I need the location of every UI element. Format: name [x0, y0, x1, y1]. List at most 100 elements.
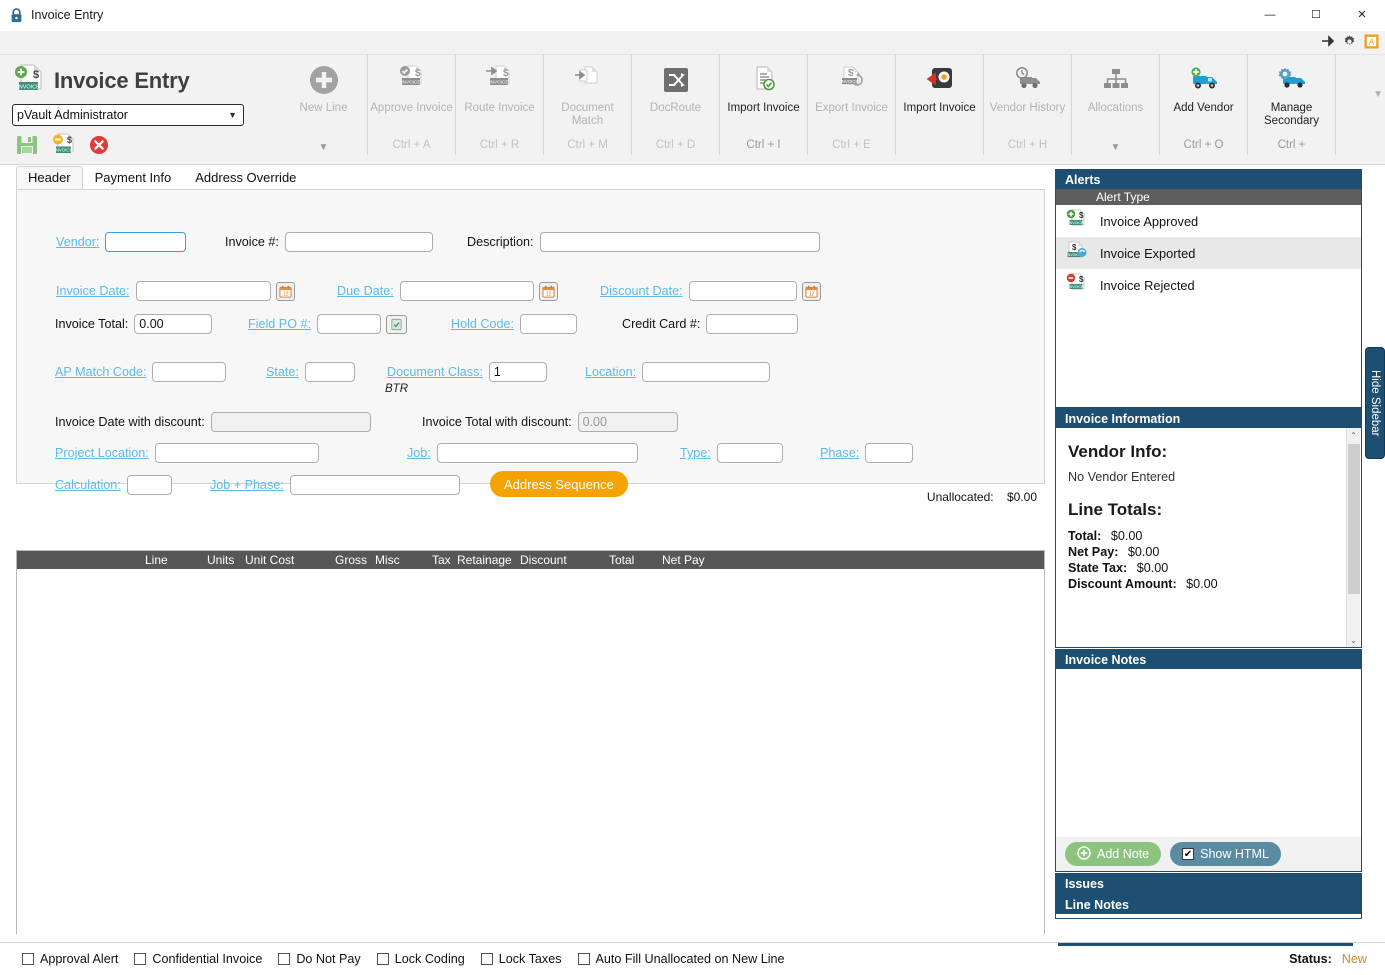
- minimize-button[interactable]: —: [1247, 0, 1293, 31]
- close-button[interactable]: ✕: [1339, 0, 1385, 31]
- job-label[interactable]: Job:: [407, 446, 431, 460]
- pin-icon[interactable]: [1321, 35, 1335, 50]
- hold-code-input[interactable]: [520, 314, 578, 334]
- checkbox-lock-taxes[interactable]: Lock Taxes: [480, 952, 562, 966]
- lock-coding-box[interactable]: [376, 953, 389, 965]
- tab-address-override[interactable]: Address Override: [183, 166, 308, 189]
- ribbon-import-invoice-alt[interactable]: Import Invoice: [896, 55, 984, 155]
- description-input[interactable]: [539, 232, 820, 252]
- checkbox-do-not-pay[interactable]: Do Not Pay: [278, 952, 361, 966]
- ribbon-export-invoice[interactable]: $ INVOICE Export Invoice Ctrl + E: [808, 55, 896, 155]
- due-date-input[interactable]: [399, 281, 534, 301]
- discount-date-input[interactable]: [688, 281, 797, 301]
- gear-icon[interactable]: [1342, 34, 1357, 52]
- approval-alert-box[interactable]: [22, 953, 34, 965]
- grid-col-gross[interactable]: Gross: [335, 553, 367, 567]
- project-location-label[interactable]: Project Location:: [55, 446, 149, 460]
- discount-date-label[interactable]: Discount Date:: [600, 284, 683, 298]
- alert-row-invoice-rejected[interactable]: $ INVOICE Invoice Rejected: [1056, 269, 1361, 301]
- invoice-total-input[interactable]: [134, 314, 213, 334]
- type-input[interactable]: [716, 443, 783, 463]
- invoice-date-label[interactable]: Invoice Date:: [56, 284, 130, 298]
- scroll-up-icon[interactable]: ⌃: [1347, 428, 1360, 442]
- ap-match-code-label[interactable]: AP Match Code:: [55, 365, 146, 379]
- grid-col-unit-cost[interactable]: Unit Cost: [245, 553, 294, 567]
- field-po-label[interactable]: Field PO #:: [248, 317, 311, 331]
- ribbon-new-line[interactable]: New Line ▼: [280, 55, 368, 155]
- auto-fill-unallocated-box[interactable]: [577, 953, 590, 965]
- checkbox-lock-coding[interactable]: Lock Coding: [376, 952, 465, 966]
- do-not-pay-box[interactable]: [278, 953, 291, 965]
- show-html-checkbox[interactable]: ✔: [1182, 848, 1195, 860]
- grid-body[interactable]: [17, 569, 1044, 951]
- ribbon-new-line-arrow[interactable]: ▼: [319, 142, 329, 153]
- vendor-label[interactable]: Vendor:: [56, 235, 99, 249]
- line-notes-panel[interactable]: Line Notes: [1055, 894, 1362, 919]
- credit-card-input[interactable]: [706, 314, 799, 334]
- ribbon-document-match[interactable]: Document Match Ctrl + M: [544, 55, 632, 155]
- ribbon-vendor-history[interactable]: Vendor History Ctrl + H: [984, 55, 1072, 155]
- document-class-label[interactable]: Document Class:: [387, 365, 483, 379]
- app-icon[interactable]: A: [1364, 33, 1379, 52]
- invoice-date-discount-input[interactable]: [210, 412, 371, 432]
- save-icon[interactable]: [16, 134, 38, 159]
- user-select[interactable]: pVault Administrator ▼: [12, 104, 244, 126]
- add-note-button[interactable]: Add Note: [1065, 842, 1162, 866]
- invoice-date-calendar-icon[interactable]: 12: [275, 281, 295, 301]
- invoice-information-scrollbar[interactable]: ⌃ ⌄: [1346, 428, 1360, 647]
- alert-row-invoice-exported[interactable]: $ INVOICE Invoice Exported: [1056, 237, 1361, 269]
- ribbon-allocations[interactable]: Allocations ▼: [1072, 55, 1160, 155]
- grid-col-tax[interactable]: Tax: [432, 553, 451, 567]
- invoice-notes-content[interactable]: [1056, 669, 1361, 837]
- grid-col-line[interactable]: Line: [145, 553, 168, 567]
- ribbon-scroll-arrow[interactable]: ▼: [1373, 89, 1383, 100]
- ribbon-docroute[interactable]: DocRoute Ctrl + D: [632, 55, 720, 155]
- confidential-invoice-box[interactable]: [134, 953, 147, 965]
- hold-code-label[interactable]: Hold Code:: [451, 317, 514, 331]
- tab-header[interactable]: Header: [16, 166, 83, 189]
- location-input[interactable]: [642, 362, 771, 382]
- checkbox-auto-fill-unallocated[interactable]: Auto Fill Unallocated on New Line: [577, 952, 785, 966]
- field-po-input[interactable]: [317, 314, 381, 334]
- hide-sidebar-button[interactable]: Hide Sidebar: [1365, 347, 1385, 459]
- type-label[interactable]: Type:: [680, 446, 711, 460]
- grid-col-misc[interactable]: Misc: [375, 553, 400, 567]
- location-label[interactable]: Location:: [585, 365, 636, 379]
- scrollbar-thumb[interactable]: [1348, 444, 1360, 594]
- vendor-input[interactable]: [105, 232, 187, 252]
- checkbox-approval-alert[interactable]: Approval Alert: [22, 952, 118, 966]
- cancel-icon[interactable]: [89, 135, 109, 158]
- save-invoice-icon[interactable]: $ INVOICE: [51, 133, 76, 159]
- state-label[interactable]: State:: [266, 365, 299, 379]
- checkbox-confidential-invoice[interactable]: Confidential Invoice: [134, 952, 262, 966]
- ribbon-allocations-arrow[interactable]: ▼: [1111, 142, 1121, 153]
- ribbon-route-invoice[interactable]: $ INVOICE Route Invoice Ctrl + R: [456, 55, 544, 155]
- po-lookup-icon[interactable]: [386, 314, 407, 334]
- grid-col-discount[interactable]: Discount: [520, 553, 567, 567]
- lock-taxes-box[interactable]: [480, 953, 493, 965]
- document-class-input[interactable]: [488, 362, 547, 382]
- ribbon-manage-secondary[interactable]: Manage Secondary Ctrl +: [1248, 55, 1336, 155]
- show-html-button[interactable]: ✔ Show HTML: [1170, 842, 1281, 866]
- due-date-label[interactable]: Due Date:: [337, 284, 394, 298]
- ribbon-approve-invoice[interactable]: $ INVOICE Approve Invoice Ctrl + A: [368, 55, 456, 155]
- invoice-date-input[interactable]: [135, 281, 271, 301]
- discount-date-calendar-icon[interactable]: 12: [801, 281, 821, 301]
- grid-col-units[interactable]: Units: [207, 553, 234, 567]
- tab-payment-info[interactable]: Payment Info: [83, 166, 184, 189]
- ribbon-import-invoice[interactable]: Import Invoice Ctrl + I: [720, 55, 808, 155]
- job-input[interactable]: [436, 443, 638, 463]
- ap-match-code-input[interactable]: [152, 362, 227, 382]
- invoice-number-input[interactable]: [284, 232, 433, 252]
- grid-col-retainage[interactable]: Retainage: [457, 553, 512, 567]
- grid-col-net-pay[interactable]: Net Pay: [662, 553, 705, 567]
- invoice-total-discount-input[interactable]: [577, 412, 678, 432]
- scroll-down-icon[interactable]: ⌄: [1347, 633, 1360, 647]
- project-location-input[interactable]: [154, 443, 319, 463]
- state-input[interactable]: [304, 362, 355, 382]
- issues-panel[interactable]: Issues: [1055, 873, 1362, 894]
- maximize-button[interactable]: ☐: [1293, 0, 1339, 31]
- alert-row-invoice-approved[interactable]: $ INVOICE Invoice Approved: [1056, 205, 1361, 237]
- grid-col-total[interactable]: Total: [609, 553, 634, 567]
- phase-input[interactable]: [865, 443, 914, 463]
